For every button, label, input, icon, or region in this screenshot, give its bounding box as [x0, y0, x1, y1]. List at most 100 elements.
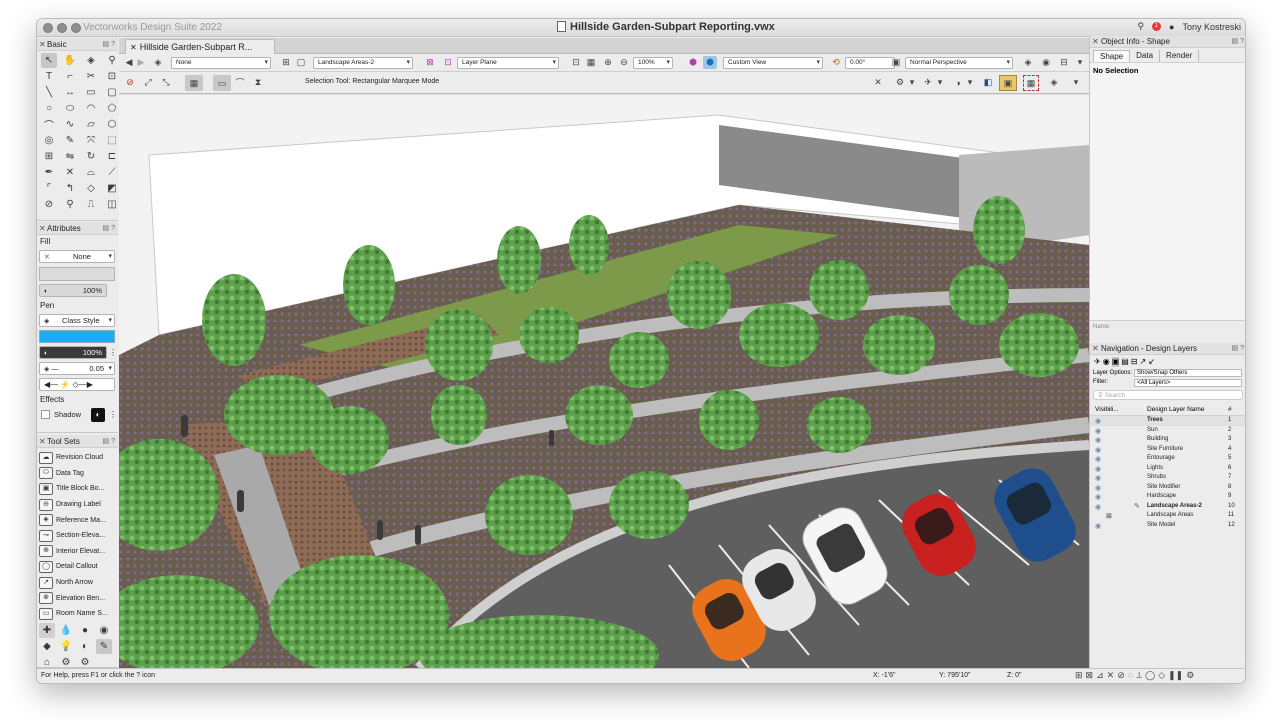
snap-settings-icon[interactable]: ⚙ — [1186, 670, 1194, 681]
furniture-toolset-icon[interactable]: ◐ — [77, 639, 93, 654]
single-object-mode-icon[interactable]: ▦ — [185, 75, 203, 91]
eye-icon[interactable]: ◉ — [1095, 446, 1101, 454]
flyover-nav-icon[interactable]: ✕ — [871, 76, 885, 89]
mirror-tool-icon[interactable]: ⇋ — [62, 149, 78, 164]
snap-to-distance-icon[interactable]: ⊘ — [1117, 670, 1125, 681]
toolset-item-title-block[interactable]: ▣ Title Block Bo... — [37, 481, 118, 497]
forward-arrow-icon[interactable]: ▶ — [134, 56, 148, 69]
pen-style-dropdown[interactable]: ◈ Class Style ▾ — [39, 314, 115, 327]
tab-data[interactable]: Data — [1130, 50, 1161, 62]
pen-opacity-field[interactable]: ◐ 100% — [39, 346, 107, 359]
rotate-tool-icon[interactable]: ↻ — [83, 149, 99, 164]
visualization-toolset-icon[interactable]: 💧 — [58, 623, 74, 638]
plane-mode-dropdown[interactable]: Layer Plane ▾ — [457, 57, 559, 69]
minimize-window-button[interactable] — [57, 23, 67, 33]
polygon-marquee-icon[interactable]: ⧗ — [251, 76, 265, 89]
toolset-item-drawing-label[interactable]: ⊖ Drawing Label — [37, 497, 118, 513]
zoom-dropdown[interactable]: 100% ▾ — [633, 57, 673, 69]
active-class-dropdown[interactable]: None ▾ — [171, 57, 271, 69]
tab-render[interactable]: Render — [1160, 50, 1200, 62]
close-palette-icon[interactable]: ✕ — [1092, 36, 1099, 48]
filter-dropdown[interactable]: <All Layers> — [1134, 379, 1242, 387]
clip-cube-icon[interactable]: ◧ — [981, 76, 995, 89]
navigation-symbols-icon[interactable]: ↙ — [1148, 357, 1155, 367]
eye-icon[interactable]: ◉ — [1095, 455, 1101, 463]
view-bar-menu-icon[interactable]: ▾ — [1073, 56, 1087, 69]
zoom-window-button[interactable] — [71, 23, 81, 33]
snap-to-surface-icon[interactable]: ◇ — [1158, 670, 1165, 681]
toolset-item-detail-callout[interactable]: ◯ Detail Callout — [37, 559, 118, 575]
notification-badge[interactable]: 1 — [1152, 22, 1162, 31]
polygon-tool-icon[interactable]: ⬠ — [104, 101, 120, 116]
visualization-icon[interactable]: ◈ — [1047, 76, 1061, 89]
chevron-down-icon[interactable]: ▾ — [963, 76, 977, 89]
eye-icon[interactable]: ◉ — [1095, 522, 1101, 530]
palette-options-icon[interactable]: ▤ ? — [1232, 36, 1244, 48]
mode-bar-menu-icon[interactable]: ▾ — [1069, 76, 1083, 89]
drawing-viewport[interactable] — [119, 95, 1089, 668]
toolset-item-north-arrow[interactable]: ↗ North Arrow — [37, 575, 118, 591]
attribute-mapping-tool-icon[interactable]: ⊡ — [104, 69, 120, 84]
render-preview-icon[interactable]: ▣ — [999, 75, 1017, 91]
rotation-field[interactable]: 0.00° — [845, 57, 895, 69]
snap-to-angle-icon[interactable]: ⊿ — [1096, 670, 1104, 681]
layer-row[interactable]: ◉ Site Modifier 8 — [1090, 483, 1245, 493]
camera-icon[interactable]: ◉ — [1039, 56, 1053, 69]
plane-mode-icon[interactable]: ⊡ — [441, 56, 455, 69]
eye-icon[interactable]: ◉ — [1095, 493, 1101, 501]
rectangle-tool-icon[interactable]: ▭ — [83, 85, 99, 100]
projection-dropdown[interactable]: Normal Perspective ▾ — [905, 57, 1013, 69]
navigation-layers-icon[interactable]: ✈ — [1094, 357, 1101, 367]
layer-hidden-icon[interactable]: ⊠ — [1106, 512, 1112, 520]
multiple-reshape-icon[interactable]: ⤡ — [159, 76, 173, 89]
view-dropdown[interactable]: Custom View ▾ — [723, 57, 823, 69]
palette-options-icon[interactable]: ▤ ? — [103, 435, 115, 448]
dimension-line-tool-icon[interactable]: ⎍ — [83, 197, 99, 212]
oval-tool-icon[interactable]: ⬭ — [62, 101, 78, 116]
flyover-tool-icon[interactable]: ◈ — [83, 53, 99, 68]
layer-row[interactable]: ◉ Lights 6 — [1090, 464, 1245, 474]
pen-color-swatch[interactable] — [39, 330, 115, 343]
view-options-icon[interactable]: ⊟ — [1057, 56, 1071, 69]
shadow-settings-icon[interactable]: ◐ — [91, 408, 105, 422]
chevron-down-icon[interactable]: ▾ — [905, 76, 919, 89]
layer-row[interactable]: ◉ Sun 2 — [1090, 426, 1245, 436]
lighting-toolset-icon[interactable]: 💡 — [58, 639, 74, 654]
close-palette-icon[interactable]: ✕ — [1092, 343, 1099, 355]
toolset-item-revision-cloud[interactable]: ☁ Revision Cloud — [37, 450, 118, 466]
interactive-scaling-icon[interactable]: ⤢ — [141, 76, 155, 89]
toolset-item-elevation-benchmark[interactable]: ⊗ Elevation Ben... — [37, 590, 118, 606]
close-window-button[interactable] — [43, 23, 53, 33]
site-planning-toolset-icon[interactable]: ● — [77, 623, 93, 638]
more-options-icon[interactable]: ⋮ — [109, 346, 117, 360]
trim-tool-icon[interactable]: ✂ — [83, 69, 99, 84]
layer-row[interactable]: ◉ Hardscape 9 — [1090, 492, 1245, 502]
active-layer-dropdown[interactable]: Landscape Areas-2 ▾ — [313, 57, 413, 69]
layer-name-column-header[interactable]: Design Layer Name — [1147, 406, 1204, 413]
wall-tool-icon[interactable]: ⊘ — [41, 197, 57, 212]
smart-edge-icon[interactable]: ⟂ — [1136, 670, 1142, 681]
toolset-item-interior-elevation[interactable]: ⊕ Interior Elevat... — [37, 544, 118, 560]
working-plane-icon[interactable]: ⊠ — [423, 56, 437, 69]
eye-icon[interactable]: ◉ — [1095, 465, 1101, 473]
navigation-views-icon[interactable]: ⊟ — [1131, 357, 1138, 367]
callout-tool-icon[interactable]: ⌐ — [62, 69, 78, 84]
polyline-tool-icon[interactable]: ◇ — [83, 181, 99, 196]
line-tool-icon[interactable]: ╲ — [41, 85, 57, 100]
projection-icon[interactable]: ▣ — [889, 56, 903, 69]
palette-options-icon[interactable]: ▤ ? — [1232, 343, 1244, 355]
palette-options-icon[interactable]: ▤ ? — [103, 38, 115, 51]
selection-highlight-icon[interactable]: ▦ — [1023, 75, 1039, 91]
layer-search-input[interactable]: ⚲ Search — [1093, 390, 1243, 400]
shadow-checkbox[interactable] — [41, 410, 50, 419]
layer-options-dropdown[interactable]: Show/Snap Others — [1134, 369, 1242, 377]
disable-interactive-scaling-icon[interactable]: ⊘ — [123, 76, 137, 89]
layer-row[interactable]: ◉ Site Model 12 — [1090, 521, 1245, 531]
clip-tool-icon[interactable]: ↰ — [62, 181, 78, 196]
selection-tool-icon[interactable]: ↖ — [41, 53, 57, 68]
shape-tool-icon[interactable]: ◩ — [104, 181, 120, 196]
layer-row[interactable]: ◉ Building 3 — [1090, 435, 1245, 445]
fill-opacity-field[interactable]: ◐ 100% — [39, 284, 107, 297]
toolset-item-section-elevation[interactable]: ⊸ Section-Eleva... — [37, 528, 118, 544]
eye-icon[interactable]: ◉ — [1095, 503, 1101, 511]
